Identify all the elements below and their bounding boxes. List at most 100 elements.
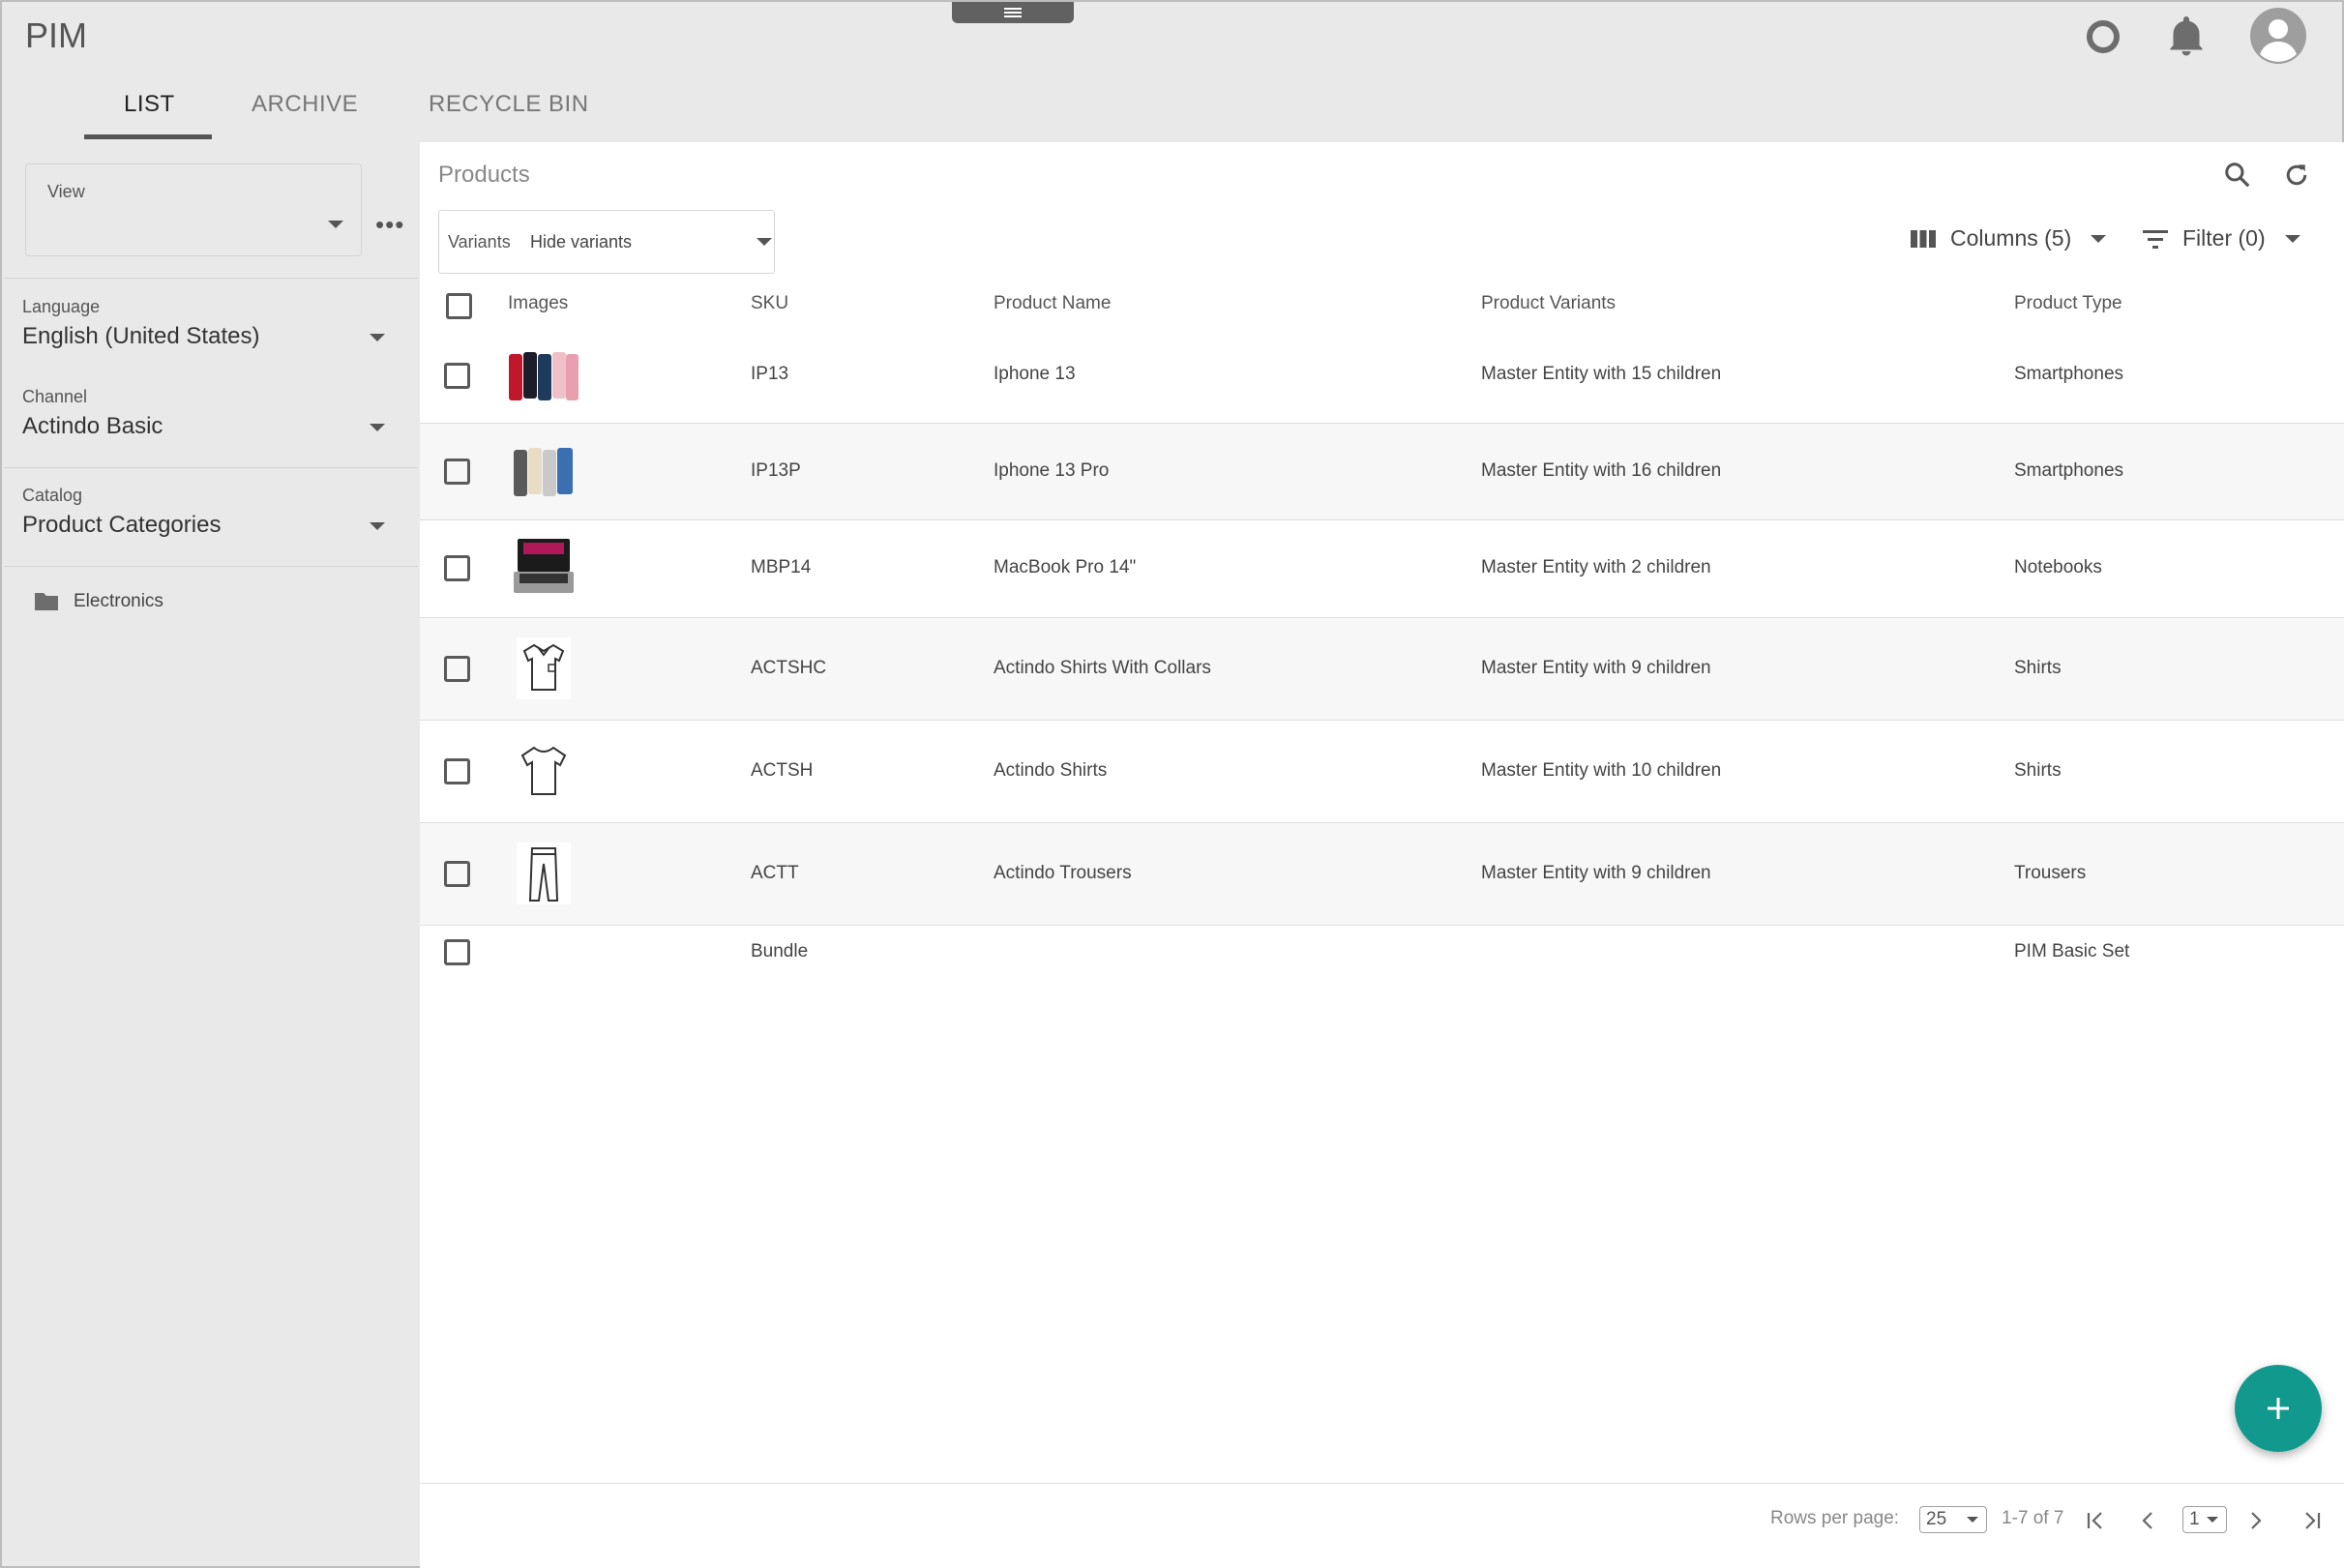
- chevron-down-icon[interactable]: [370, 522, 385, 530]
- columns-button[interactable]: Columns (5): [1910, 225, 2107, 251]
- filter-label: Filter (0): [2182, 225, 2266, 251]
- trousers-image: [507, 843, 580, 904]
- cell-sku: MBP14: [751, 557, 812, 577]
- view-select[interactable]: View: [25, 163, 362, 256]
- divider: [420, 1483, 2344, 1484]
- cell-sku: Bundle: [751, 941, 809, 962]
- variants-label: Variants: [448, 232, 511, 251]
- cell-product-variants: Master Entity with 9 children: [1481, 658, 1711, 678]
- divider: [4, 566, 418, 567]
- chevron-down-icon: [2207, 1517, 2218, 1523]
- table-row[interactable]: ACTT Actindo Trousers Master Entity with…: [420, 823, 2344, 926]
- columns-label: Columns (5): [1950, 225, 2072, 251]
- record-icon[interactable]: [2078, 12, 2128, 62]
- view-label: View: [47, 182, 85, 201]
- cell-product-type: PIM Basic Set: [2014, 941, 2130, 962]
- cell-sku: ACTSH: [751, 760, 814, 781]
- rows-per-page-value: 25: [1926, 1509, 1947, 1529]
- drawer-handle[interactable]: [952, 2, 1074, 23]
- rows-per-page-select[interactable]: 25: [1919, 1506, 1987, 1533]
- panel-title: Products: [438, 162, 530, 188]
- cell-product-name: Iphone 13 Pro: [994, 460, 1110, 481]
- tree-item-electronics[interactable]: Electronics: [33, 591, 163, 612]
- chevron-down-icon: [757, 238, 772, 246]
- chevron-down-icon: [2091, 234, 2107, 243]
- table-row[interactable]: ACTSHC Actindo Shirts With Collars Maste…: [420, 618, 2344, 721]
- bell-icon[interactable]: [2161, 12, 2211, 62]
- chevron-down-icon: [1967, 1517, 1978, 1523]
- first-page-icon[interactable]: [2079, 1504, 2112, 1537]
- column-header-product-type[interactable]: Product Type: [2014, 293, 2122, 314]
- row-checkbox[interactable]: [444, 758, 470, 784]
- iphone-13-pro-image: [507, 441, 580, 503]
- products-panel: Products Variants Hide variants Columns …: [420, 142, 2344, 1568]
- sidebar: View ••• Language English (United States…: [4, 142, 418, 1568]
- add-product-button[interactable]: [2235, 1365, 2322, 1452]
- cell-product-type: Trousers: [2014, 863, 2087, 883]
- tab-list[interactable]: LIST: [124, 91, 175, 118]
- cell-sku: IP13P: [751, 460, 801, 481]
- table-row[interactable]: Bundle PIM Basic Set: [420, 926, 2344, 980]
- language-select[interactable]: English (United States): [22, 323, 259, 350]
- table-row[interactable]: ACTSH Actindo Shirts Master Entity with …: [420, 721, 2344, 823]
- menu-icon: [1004, 8, 1022, 17]
- more-options-icon[interactable]: •••: [375, 210, 404, 240]
- active-tab-indicator: [84, 134, 212, 139]
- channel-select[interactable]: Actindo Basic: [22, 413, 163, 440]
- cell-product-type: Shirts: [2014, 760, 2062, 781]
- tree-item-label: Electronics: [74, 591, 163, 611]
- row-checkbox[interactable]: [444, 861, 470, 887]
- row-checkbox[interactable]: [444, 459, 470, 485]
- cell-product-variants: Master Entity with 16 children: [1481, 460, 1722, 481]
- app-title: PIM: [25, 15, 88, 55]
- folder-icon: [35, 593, 58, 610]
- cell-product-type: Smartphones: [2014, 364, 2124, 384]
- chevron-down-icon[interactable]: [370, 424, 385, 431]
- avatar[interactable]: [2250, 8, 2306, 64]
- cell-product-variants: Master Entity with 15 children: [1481, 364, 1722, 384]
- next-page-icon[interactable]: [2239, 1504, 2271, 1537]
- column-header-product-name[interactable]: Product Name: [994, 293, 1111, 314]
- page-number: 1: [2189, 1509, 2200, 1529]
- cell-product-variants: Master Entity with 2 children: [1481, 557, 1711, 577]
- cell-sku: IP13: [751, 364, 789, 384]
- page-select[interactable]: 1: [2182, 1506, 2227, 1533]
- last-page-icon[interactable]: [2296, 1504, 2329, 1537]
- table-row[interactable]: IP13 Iphone 13 Master Entity with 15 chi…: [420, 330, 2344, 424]
- select-all-checkbox[interactable]: [446, 293, 472, 319]
- column-header-sku[interactable]: SKU: [751, 293, 788, 314]
- search-icon[interactable]: [2218, 156, 2257, 194]
- cell-sku: ACTSHC: [751, 658, 827, 678]
- cell-product-name: Actindo Trousers: [994, 863, 1132, 883]
- rows-per-page-label: Rows per page:: [1770, 1508, 1900, 1528]
- catalog-select[interactable]: Product Categories: [22, 512, 221, 539]
- row-checkbox[interactable]: [444, 555, 470, 581]
- chevron-down-icon: [328, 221, 343, 228]
- table-row[interactable]: IP13P Iphone 13 Pro Master Entity with 1…: [420, 424, 2344, 520]
- table-row[interactable]: MBP14 MacBook Pro 14" Master Entity with…: [420, 520, 2344, 618]
- iphone-13-image: [507, 345, 580, 407]
- row-checkbox[interactable]: [444, 363, 470, 389]
- plus-icon: [2268, 1398, 2289, 1419]
- page-range: 1-7 of 7: [2002, 1508, 2064, 1528]
- cell-product-name: Actindo Shirts: [994, 760, 1108, 781]
- tab-archive[interactable]: ARCHIVE: [252, 91, 358, 118]
- row-checkbox[interactable]: [444, 656, 470, 682]
- refresh-icon[interactable]: [2277, 156, 2316, 194]
- previous-page-icon[interactable]: [2132, 1504, 2165, 1537]
- column-header-images[interactable]: Images: [508, 293, 568, 314]
- filter-icon: [2143, 229, 2168, 249]
- cell-sku: ACTT: [751, 863, 799, 883]
- filter-button[interactable]: Filter (0): [2142, 225, 2300, 251]
- language-label: Language: [22, 297, 101, 316]
- column-header-product-variants[interactable]: Product Variants: [1481, 293, 1616, 314]
- cell-product-name: Actindo Shirts With Collars: [994, 658, 1211, 678]
- tab-recycle-bin[interactable]: RECYCLE BIN: [429, 91, 589, 118]
- cell-product-name: MacBook Pro 14": [994, 557, 1137, 577]
- columns-icon: [1911, 229, 1936, 248]
- variants-select[interactable]: Variants Hide variants: [438, 210, 775, 274]
- row-checkbox[interactable]: [444, 939, 470, 965]
- app-window: PIM LIST ARCHIVE RECYCLE BIN View ••• La…: [0, 0, 2344, 1568]
- cell-product-variants: Master Entity with 9 children: [1481, 863, 1711, 883]
- chevron-down-icon[interactable]: [370, 334, 385, 341]
